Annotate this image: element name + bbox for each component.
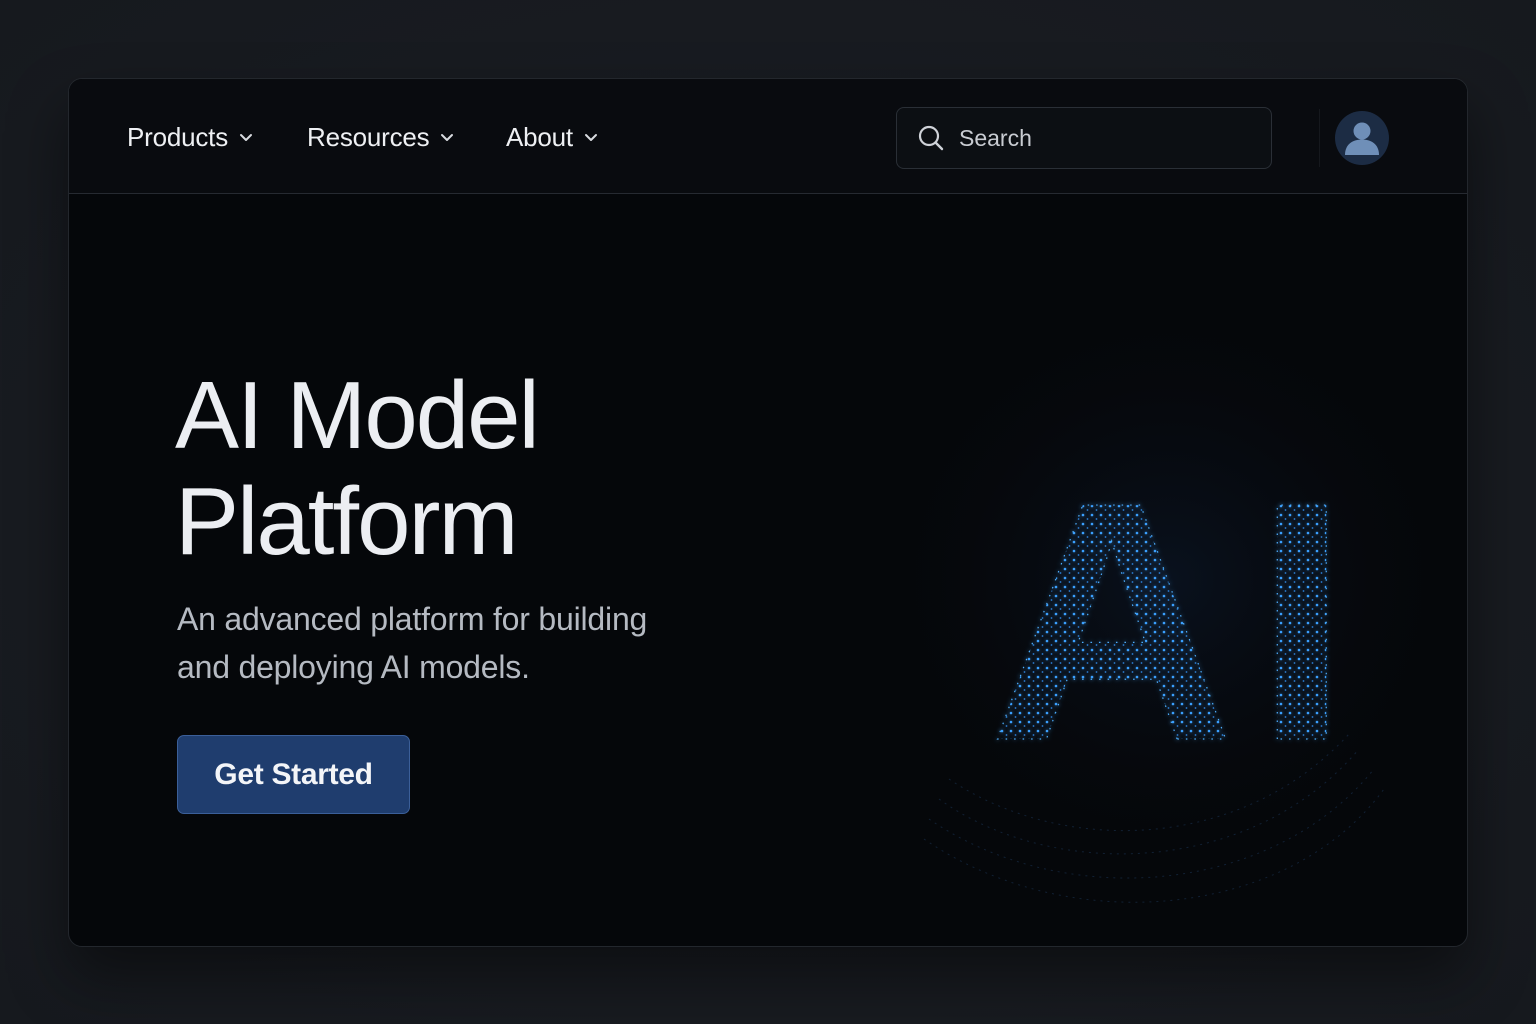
search-icon (918, 125, 944, 151)
title-line-1: AI Model (175, 362, 540, 469)
nav-resources-label: Resources (307, 121, 430, 152)
search-box[interactable] (896, 107, 1272, 169)
nav-divider (1319, 109, 1320, 167)
get-started-button[interactable]: Get Started (177, 735, 410, 814)
nav-products[interactable]: Products (127, 119, 254, 155)
top-navbar: Products Resources About (69, 79, 1467, 194)
ai-art-text: AI (989, 432, 1369, 812)
nav-products-label: Products (127, 121, 229, 152)
chevron-down-icon (584, 134, 597, 141)
page-title: AI Model Platform (175, 362, 540, 575)
chevron-down-icon (240, 134, 253, 141)
nav-resources[interactable]: Resources (307, 119, 455, 155)
chevron-down-icon (441, 134, 454, 141)
hero-subtitle: An advanced platform for building and de… (177, 595, 737, 691)
nav-about-label: About (506, 121, 573, 152)
nav-about[interactable]: About (506, 119, 599, 155)
subtitle-line-2: and deploying AI models. (177, 649, 530, 685)
title-line-2: Platform (175, 468, 518, 575)
subtitle-line-1: An advanced platform for building (177, 601, 648, 637)
search-input[interactable] (959, 108, 1259, 168)
ai-particle-illustration: AI (869, 319, 1467, 903)
user-avatar[interactable] (1335, 111, 1389, 165)
avatar-user-icon (1345, 122, 1379, 155)
browser-window: Products Resources About AI Mode (68, 78, 1468, 947)
